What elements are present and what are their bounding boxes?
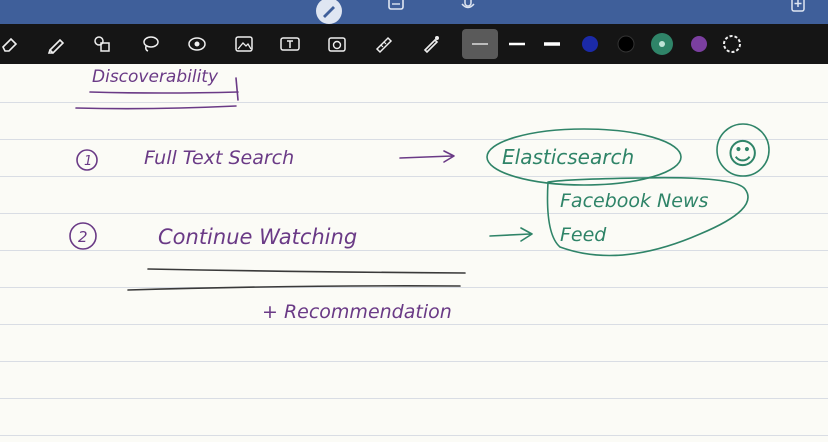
lasso-icon[interactable] [138,24,162,64]
pen-icon[interactable] [419,24,443,64]
notebook-page[interactable]: Discoverability 1 Full Text Search Elast… [0,64,828,442]
item1-text: Full Text Search [144,147,294,169]
camera-icon[interactable] [325,24,349,64]
heading-underline [89,91,239,94]
item2-result-line1: Facebook News [560,190,709,212]
add-page-icon[interactable] [786,0,810,16]
item2-text: Continue Watching [158,225,357,249]
eraser-icon[interactable] [0,24,22,64]
handwriting-canvas: Discoverability 1 Full Text Search Elast… [69,67,770,323]
drawing-toolbar [0,24,828,64]
item2-result-line2: Feed [560,224,607,246]
stroke-width-thin-button[interactable] [462,29,498,59]
document-icon[interactable] [384,0,408,16]
item1-result: Elasticsearch [502,145,634,169]
color-swatch-green[interactable] [648,24,676,64]
color-swatch-purple[interactable] [687,24,711,64]
color-swatch-black[interactable] [614,24,638,64]
custom-color-icon[interactable] [720,24,744,64]
image-icon[interactable] [232,24,256,64]
heading-mark [235,77,239,101]
item2-number: 2 [78,228,88,246]
item1-number: 1 [84,154,92,169]
highlighter-icon[interactable] [44,24,68,64]
microphone-icon[interactable] [456,0,480,16]
item2-note: + Recommendation [262,301,452,323]
app-top-bar [0,0,828,24]
ruler-icon[interactable] [372,24,396,64]
smiley-icon: ☺ [727,137,758,172]
stroke-width-thick-button[interactable] [540,24,564,64]
shapes-icon[interactable] [90,24,114,64]
item1-arrow [399,150,455,163]
laser-pointer-icon[interactable] [185,24,209,64]
heading-underline-2 [75,105,237,110]
text-box-icon[interactable] [278,24,302,64]
item2-underline-1 [147,268,466,274]
item2-underline-2 [127,285,461,291]
item2-arrow [489,227,533,242]
heading-text: Discoverability [92,67,219,87]
stroke-width-medium-button[interactable] [505,24,529,64]
color-swatch-blue[interactable] [578,24,602,64]
